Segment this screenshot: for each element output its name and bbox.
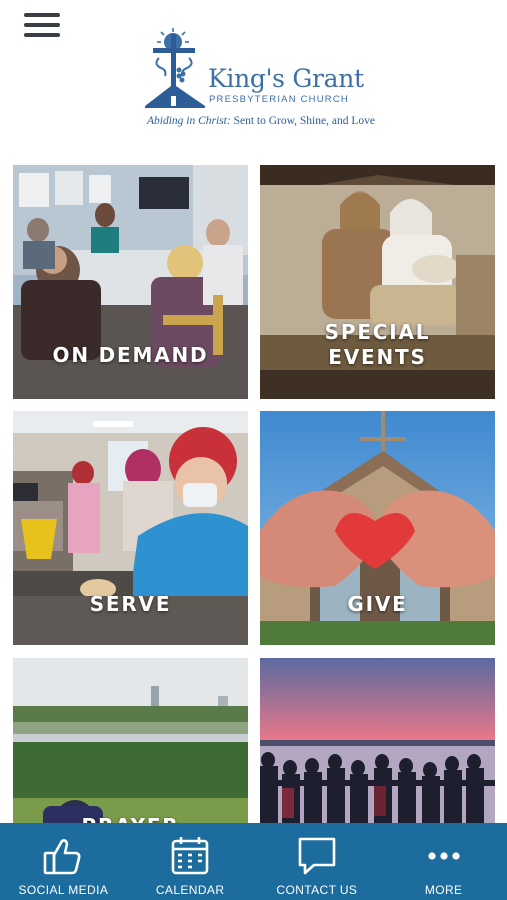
chat-bubble-icon	[298, 837, 336, 875]
tagline-italic: Abiding in Christ:	[147, 115, 231, 127]
cross-logo-icon	[145, 28, 205, 108]
church-subtitle: PRESBYTERIAN CHURCH	[209, 94, 349, 105]
tile-label: ON DEMAND	[52, 343, 209, 367]
app-screen: King's Grant PRESBYTERIAN CHURCH Abiding…	[0, 0, 507, 900]
tab-calendar[interactable]: CALENDAR	[127, 823, 254, 900]
tile-label-line1: SPECIAL	[324, 320, 431, 344]
tab-label: CONTACT US	[276, 883, 358, 897]
calendar-icon	[171, 837, 209, 875]
tile-give[interactable]: GIVE	[260, 411, 495, 645]
tab-label: MORE	[424, 883, 463, 897]
tile-label: GIVE	[347, 592, 408, 616]
church-name: King's Grant	[208, 64, 364, 93]
bottom-tab-bar: SOCIAL MEDIA CALENDAR CONTACT US MORE	[0, 823, 507, 900]
thumbs-up-icon	[44, 839, 81, 875]
hamburger-menu-icon[interactable]	[24, 10, 64, 46]
tile-label: SERVE	[89, 592, 172, 616]
tab-contact-us[interactable]: CONTACT US	[254, 823, 381, 900]
church-tagline: Abiding in Christ: Sent to Grow, Shine, …	[147, 115, 375, 127]
tab-more[interactable]: MORE	[380, 823, 507, 900]
tile-special-events[interactable]: SPECIAL EVENTS	[260, 165, 495, 399]
more-dots-icon	[428, 852, 460, 860]
tab-social-media[interactable]: SOCIAL MEDIA	[0, 823, 127, 900]
tile-label-line2: EVENTS	[328, 345, 427, 369]
tab-label: CALENDAR	[155, 883, 225, 897]
church-logo: King's Grant PRESBYTERIAN CHURCH Abiding…	[145, 28, 375, 133]
tile-serve[interactable]: SERVE	[13, 411, 248, 645]
tagline-rest: Sent to Grow, Shine, and Love	[230, 115, 375, 127]
tile-on-demand[interactable]: ON DEMAND	[13, 165, 248, 399]
tab-label: SOCIAL MEDIA	[18, 883, 109, 897]
